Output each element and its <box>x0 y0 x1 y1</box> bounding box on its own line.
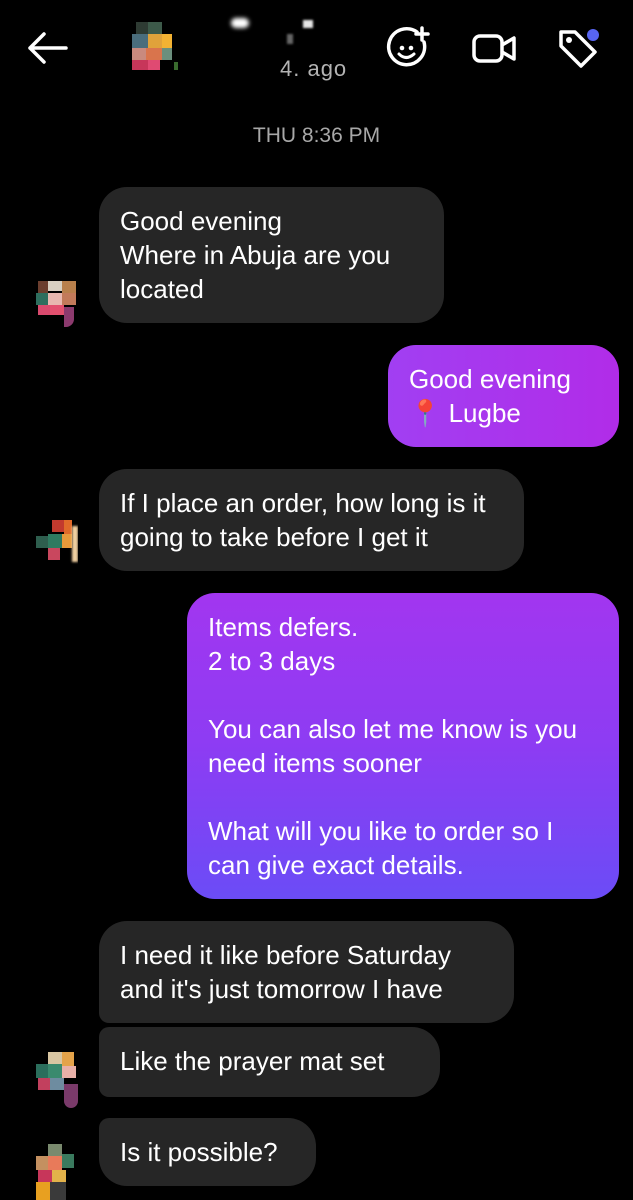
sender-avatar[interactable] <box>34 1050 78 1120</box>
chat-header: 4. ago <box>0 0 633 100</box>
video-call-icon[interactable] <box>470 24 518 72</box>
active-status: 4. ago <box>280 56 348 81</box>
back-arrow-icon[interactable] <box>24 28 72 68</box>
message-bubble-sent[interactable]: Items defers. 2 to 3 days You can also l… <box>187 593 619 899</box>
chat-screen: 4. ago THU 8:36 PM Good evening Where in… <box>0 0 633 1200</box>
contact-avatar[interactable] <box>128 22 178 72</box>
message-bubble-received[interactable]: Like the prayer mat set <box>99 1027 440 1097</box>
message-bubble-received[interactable]: If I place an order, how long is it goin… <box>99 469 524 571</box>
add-effect-icon[interactable] <box>384 24 432 72</box>
message-bubble-received[interactable]: Is it possible? <box>99 1118 316 1186</box>
notification-badge <box>587 29 599 41</box>
sender-avatar[interactable] <box>34 520 78 574</box>
sender-avatar[interactable] <box>34 1142 78 1200</box>
message-bubble-received[interactable]: Good evening Where in Abuja are you loca… <box>99 187 444 323</box>
contact-name-area[interactable]: 4. ago <box>215 14 375 84</box>
thread-timestamp: THU 8:36 PM <box>252 124 381 147</box>
message-bubble-sent[interactable]: Good evening 📍 Lugbe <box>388 345 619 447</box>
sender-avatar[interactable] <box>34 277 78 331</box>
message-bubble-received[interactable]: I need it like before Saturday and it's … <box>99 921 514 1023</box>
